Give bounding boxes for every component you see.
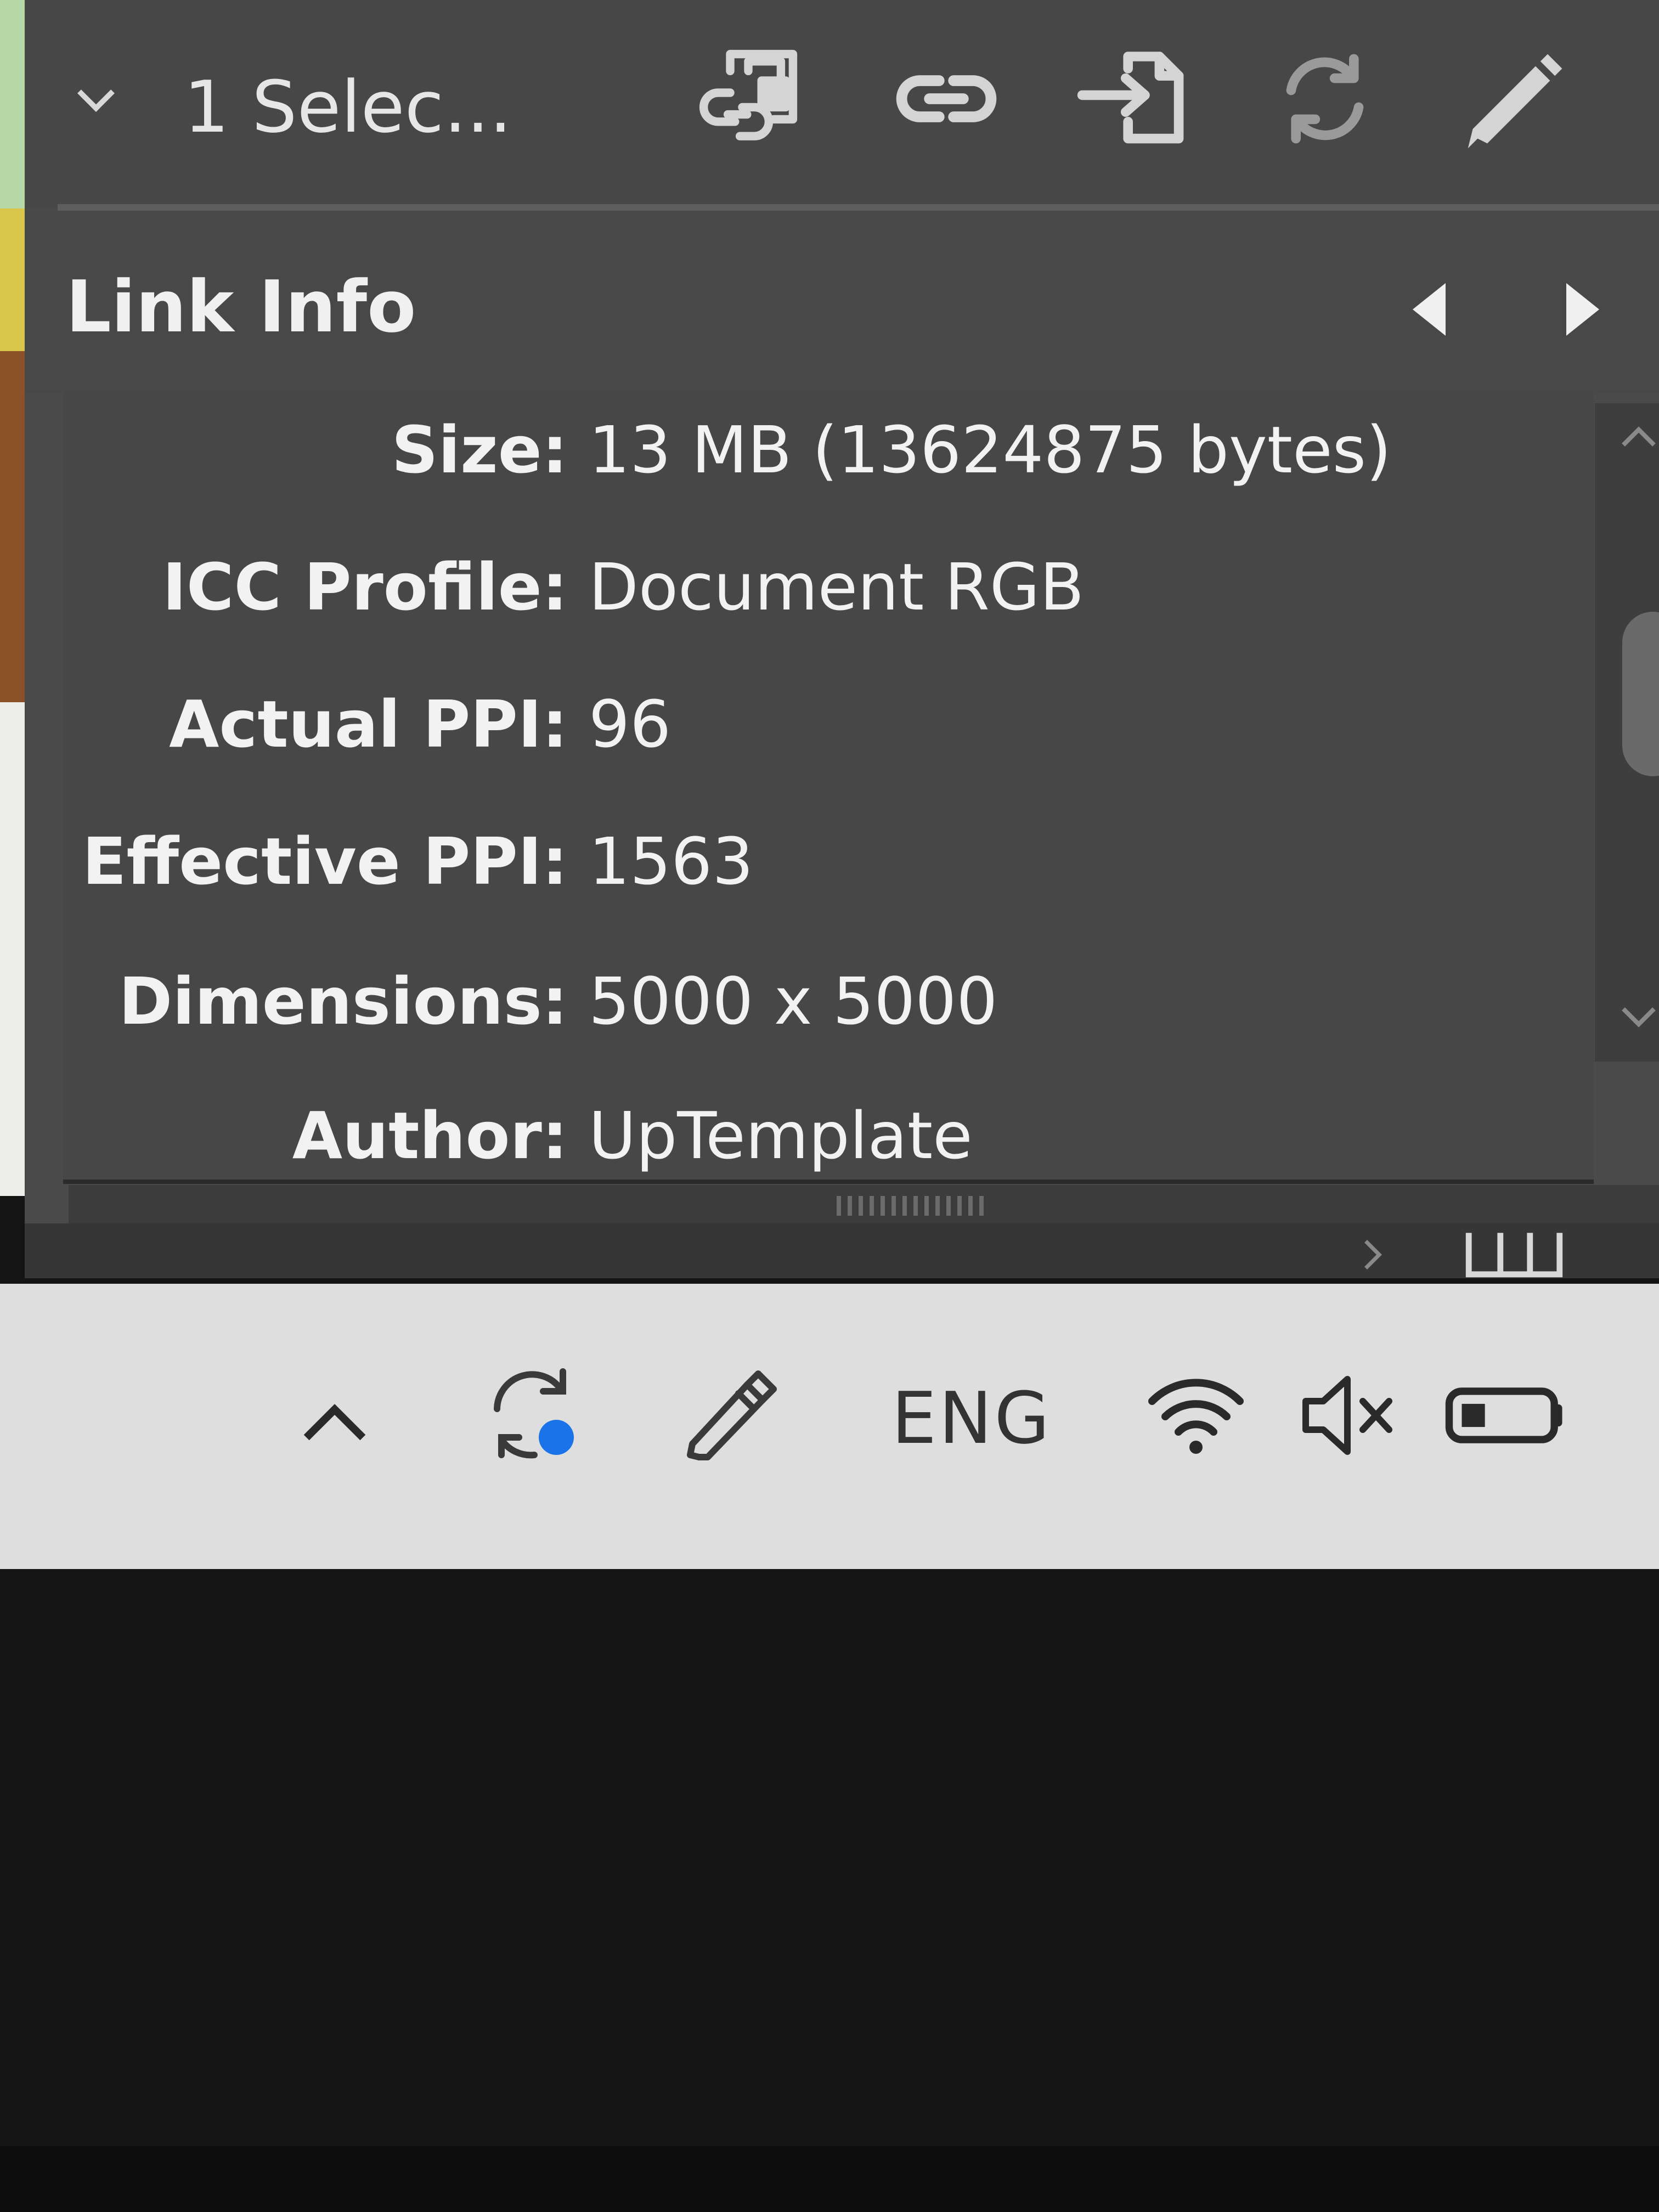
info-row-size: Size: 13 MB (13624875 bytes) <box>63 409 1392 491</box>
sync-icon[interactable] <box>477 1361 587 1470</box>
selection-count-label: 1 Selec... <box>184 65 512 149</box>
scrollbar-thumb[interactable] <box>1622 612 1659 776</box>
vertical-scrollbar[interactable] <box>1595 403 1659 1062</box>
link-info-list: Size: 13 MB (13624875 bytes) ICC Profile:… <box>63 392 1594 1184</box>
info-key: Author: <box>292 1098 568 1173</box>
info-key: Effective PPI: <box>82 823 568 899</box>
pen-icon[interactable] <box>675 1361 785 1470</box>
bezel-edge <box>0 2146 1659 2212</box>
panel-layout-icon[interactable] <box>1462 1229 1566 1278</box>
taskbar: ENG <box>0 1284 1659 1569</box>
info-row-dimensions: Dimensions: 5000 x 5000 <box>63 960 997 1042</box>
scroll-down-icon[interactable] <box>1617 996 1659 1040</box>
scroll-up-icon[interactable] <box>1617 414 1659 458</box>
info-value: 96 <box>589 686 672 762</box>
show-hidden-icons-chevron-icon[interactable] <box>296 1388 373 1454</box>
links-toolbar: 1 Selec... <box>25 0 1659 211</box>
info-key: Size: <box>391 412 568 488</box>
info-row-actual-ppi: Actual PPI: 96 <box>63 683 671 765</box>
monitor-bezel <box>0 1569 1659 2212</box>
toolbar-divider <box>58 204 1659 211</box>
chevron-right-icon[interactable] <box>1352 1235 1391 1274</box>
info-value: Document RGB <box>589 549 1085 625</box>
info-row-icc-profile: ICC Profile: Document RGB <box>63 546 1084 628</box>
info-row-author: Author: UpTemplate <box>63 1094 973 1177</box>
info-value: 5000 x 5000 <box>589 963 998 1039</box>
previous-link-icon[interactable] <box>1396 276 1462 342</box>
chevron-down-icon[interactable] <box>77 75 115 112</box>
info-value: 13 MB (13624875 bytes) <box>589 412 1392 488</box>
link-info-title: Link Info <box>66 265 416 348</box>
next-link-icon[interactable] <box>1550 276 1616 342</box>
go-to-link-icon[interactable] <box>1073 44 1193 154</box>
update-link-icon[interactable] <box>1265 44 1385 154</box>
volume-muted-icon[interactable] <box>1295 1366 1404 1465</box>
info-key: ICC Profile: <box>162 549 568 625</box>
battery-icon[interactable] <box>1443 1374 1569 1457</box>
panel-resize-handle[interactable] <box>69 1185 1659 1223</box>
artwork-fragment-green <box>0 0 25 208</box>
relink-icon[interactable] <box>886 44 1007 154</box>
edit-original-icon[interactable] <box>1451 44 1572 154</box>
links-panel: 1 Selec... Link Info Size: 13 MB (136248… <box>25 0 1659 1278</box>
relink-from-library-icon[interactable] <box>694 44 815 154</box>
panel-footer <box>25 1223 1659 1278</box>
wifi-icon[interactable] <box>1141 1366 1251 1465</box>
language-indicator[interactable]: ENG <box>891 1377 1052 1459</box>
link-info-header[interactable]: Link Info <box>25 211 1659 392</box>
info-key: Dimensions: <box>119 963 568 1039</box>
info-value: 1563 <box>589 823 754 899</box>
info-key: Actual PPI: <box>169 686 568 762</box>
info-row-effective-ppi: Effective PPI: 1563 <box>63 820 753 902</box>
info-value: UpTemplate <box>589 1098 973 1173</box>
grip-icon <box>837 1196 985 1216</box>
